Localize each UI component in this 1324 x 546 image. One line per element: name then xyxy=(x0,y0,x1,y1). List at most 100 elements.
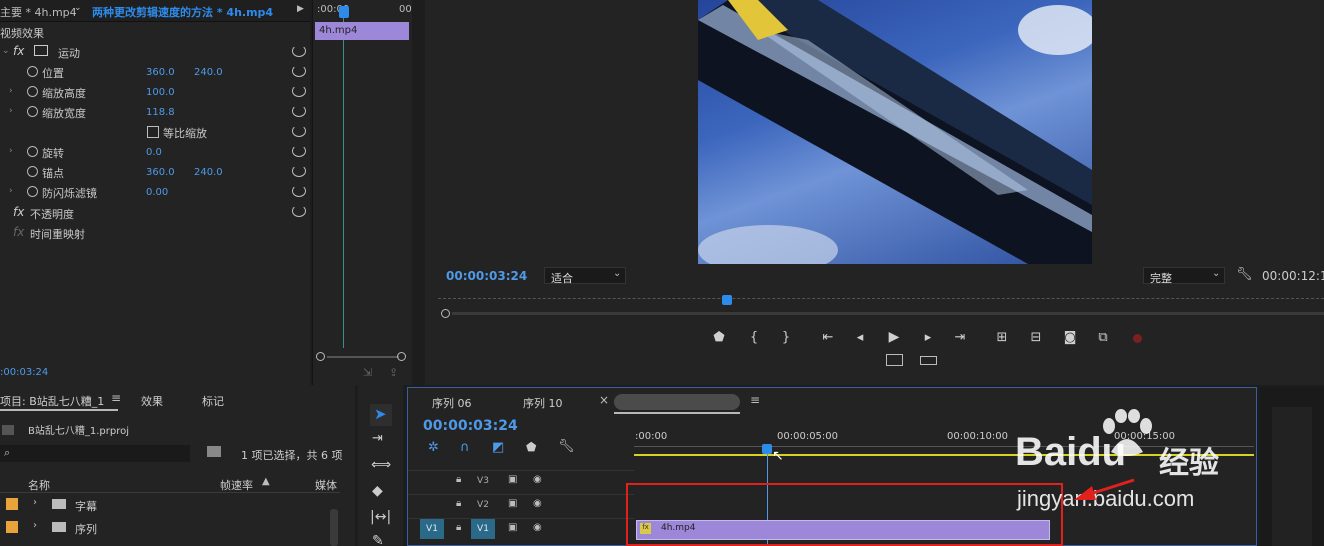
mini-clip[interactable]: 4h.mp4 xyxy=(315,22,409,40)
track-select-tool-icon[interactable]: ⇥ xyxy=(372,431,383,446)
lift-icon[interactable]: ⊞ xyxy=(994,330,1010,345)
zoom-handle-right[interactable] xyxy=(397,352,406,361)
blurred-tab-label[interactable] xyxy=(614,394,740,410)
reset-icon[interactable] xyxy=(292,205,306,217)
program-ruler[interactable] xyxy=(438,298,1324,301)
lock-icon[interactable]: 🔒︎ xyxy=(456,498,461,509)
lock-icon[interactable]: 🔒︎ xyxy=(456,474,461,485)
mark-out-icon[interactable]: } xyxy=(778,330,794,345)
stopwatch-icon[interactable] xyxy=(27,86,38,97)
stopwatch-icon[interactable] xyxy=(27,166,38,177)
fx-icon[interactable]: fx xyxy=(13,44,24,58)
filter-icon[interactable]: ⇲ xyxy=(363,366,372,379)
zoom-scrollbar[interactable] xyxy=(327,356,399,358)
reset-icon[interactable] xyxy=(292,45,306,57)
sync-lock-icon[interactable]: ▣ xyxy=(508,498,517,509)
panel-menu-icon[interactable]: ≡ xyxy=(750,393,760,407)
stopwatch-icon[interactable] xyxy=(27,66,38,77)
safe-margins-icon[interactable] xyxy=(886,354,903,366)
project-scrollbar[interactable] xyxy=(330,509,338,546)
mark-in-icon[interactable]: { xyxy=(746,330,762,345)
uniform-scale-checkbox[interactable] xyxy=(147,126,159,138)
step-forward-icon[interactable]: ▸ xyxy=(920,330,936,345)
fit-dropdown[interactable]: 适合 ⌄ xyxy=(544,267,626,285)
expand-icon[interactable]: › xyxy=(9,106,13,116)
play-icon[interactable]: ▶ xyxy=(886,329,902,345)
tab-sequence-10[interactable]: 序列 10 xyxy=(523,395,563,411)
play-triangle-icon[interactable]: ▶ xyxy=(297,4,304,14)
sort-up-icon[interactable]: ▲ xyxy=(262,476,270,487)
reset-icon[interactable] xyxy=(292,165,306,177)
expand-icon[interactable]: › xyxy=(33,497,37,508)
export-icon[interactable]: ⇪ xyxy=(389,366,398,379)
go-to-in-icon[interactable]: ⇤ xyxy=(820,330,836,345)
tab-project[interactable]: 项目: B站乱七八糟_1 xyxy=(0,393,104,409)
chevron-down-icon[interactable]: ⌄ xyxy=(74,3,82,13)
new-bin-icon[interactable] xyxy=(207,446,221,457)
expand-icon[interactable]: › xyxy=(33,520,37,531)
stopwatch-icon[interactable] xyxy=(27,186,38,197)
reset-icon[interactable] xyxy=(292,65,306,77)
scale-width-value[interactable]: 118.8 xyxy=(146,107,175,118)
multicam-icon[interactable] xyxy=(920,356,937,365)
razor-tool-icon[interactable]: ◆ xyxy=(372,483,383,499)
program-timecode[interactable]: 00:00:03:24 xyxy=(446,269,527,283)
selection-tool-icon[interactable]: ➤ xyxy=(374,405,387,423)
tab-effects[interactable]: 效果 xyxy=(141,393,163,409)
wrench-icon[interactable]: 🔧︎ xyxy=(1236,267,1253,282)
list-item[interactable]: › 序列 xyxy=(0,518,340,538)
position-y-value[interactable]: 240.0 xyxy=(194,67,223,78)
project-search-input[interactable]: ⌕ xyxy=(0,445,190,462)
expand-icon[interactable]: › xyxy=(9,86,13,96)
col-media-header[interactable]: 媒体 xyxy=(315,477,337,493)
tab-markers[interactable]: 标记 xyxy=(202,393,224,409)
eye-icon[interactable]: ◉ xyxy=(533,522,542,533)
pen-tool-icon[interactable]: ✎ xyxy=(372,533,384,546)
list-item[interactable]: › 字幕 xyxy=(0,495,340,515)
eye-icon[interactable]: ◉ xyxy=(533,498,542,509)
zoom-handle-left[interactable] xyxy=(316,352,325,361)
extract-icon[interactable]: ⊟ xyxy=(1028,330,1044,345)
flicker-value[interactable]: 0.00 xyxy=(146,187,168,198)
step-back-icon[interactable]: ◂ xyxy=(852,330,868,345)
program-playhead[interactable] xyxy=(722,295,732,305)
slip-tool-icon[interactable]: |↔| xyxy=(370,509,391,525)
position-x-value[interactable]: 360.0 xyxy=(146,67,175,78)
record-icon[interactable] xyxy=(1133,334,1142,343)
go-to-out-icon[interactable]: ⇥ xyxy=(952,330,968,345)
timeline-playhead[interactable] xyxy=(762,444,772,454)
compare-icon[interactable]: ⧉ xyxy=(1095,330,1111,345)
reset-icon[interactable] xyxy=(292,125,306,137)
anchor-y-value[interactable]: 240.0 xyxy=(194,167,223,178)
close-icon[interactable]: × xyxy=(599,393,609,407)
col-name-header[interactable]: 名称 xyxy=(28,477,50,493)
ripple-edit-tool-icon[interactable]: ⟺ xyxy=(371,457,391,473)
add-marker-icon[interactable]: ⬟ xyxy=(711,330,727,345)
stopwatch-icon[interactable] xyxy=(27,146,38,157)
rotation-value[interactable]: 0.0 xyxy=(146,147,162,158)
track-target-v1[interactable]: V1 xyxy=(471,519,495,539)
lock-icon[interactable]: 🔒︎ xyxy=(456,522,461,533)
collapse-icon[interactable]: ⌄ xyxy=(2,46,10,56)
camera-icon[interactable]: ◙ xyxy=(1062,330,1078,345)
sequence-clip-label[interactable]: 两种更改剪辑速度的方法 * 4h.mp4 xyxy=(92,4,273,20)
reset-icon[interactable] xyxy=(292,85,306,97)
playhead-icon[interactable] xyxy=(339,6,349,18)
expand-icon[interactable]: › xyxy=(9,186,13,196)
quality-dropdown[interactable]: 完整 ⌄ xyxy=(1143,267,1225,285)
panel-menu-icon[interactable]: ≡ xyxy=(111,391,121,405)
transform-box-icon[interactable] xyxy=(34,45,48,56)
wrench-icon[interactable]: 🔧︎ xyxy=(558,439,575,454)
effect-controls-timecode[interactable]: :00:03:24 xyxy=(0,367,48,378)
col-framerate-header[interactable]: 帧速率 xyxy=(220,477,253,493)
linked-selection-icon[interactable]: ◩ xyxy=(492,440,504,455)
scale-height-value[interactable]: 100.0 xyxy=(146,87,175,98)
sync-lock-icon[interactable]: ▣ xyxy=(508,474,517,485)
reset-icon[interactable] xyxy=(292,185,306,197)
stopwatch-icon[interactable] xyxy=(27,106,38,117)
program-zoom-bar[interactable] xyxy=(452,312,1324,315)
snap-magnet-icon[interactable]: ∩ xyxy=(460,440,470,455)
expand-icon[interactable]: › xyxy=(9,146,13,156)
add-marker-icon[interactable]: ⬟ xyxy=(526,440,536,454)
reset-icon[interactable] xyxy=(292,145,306,157)
